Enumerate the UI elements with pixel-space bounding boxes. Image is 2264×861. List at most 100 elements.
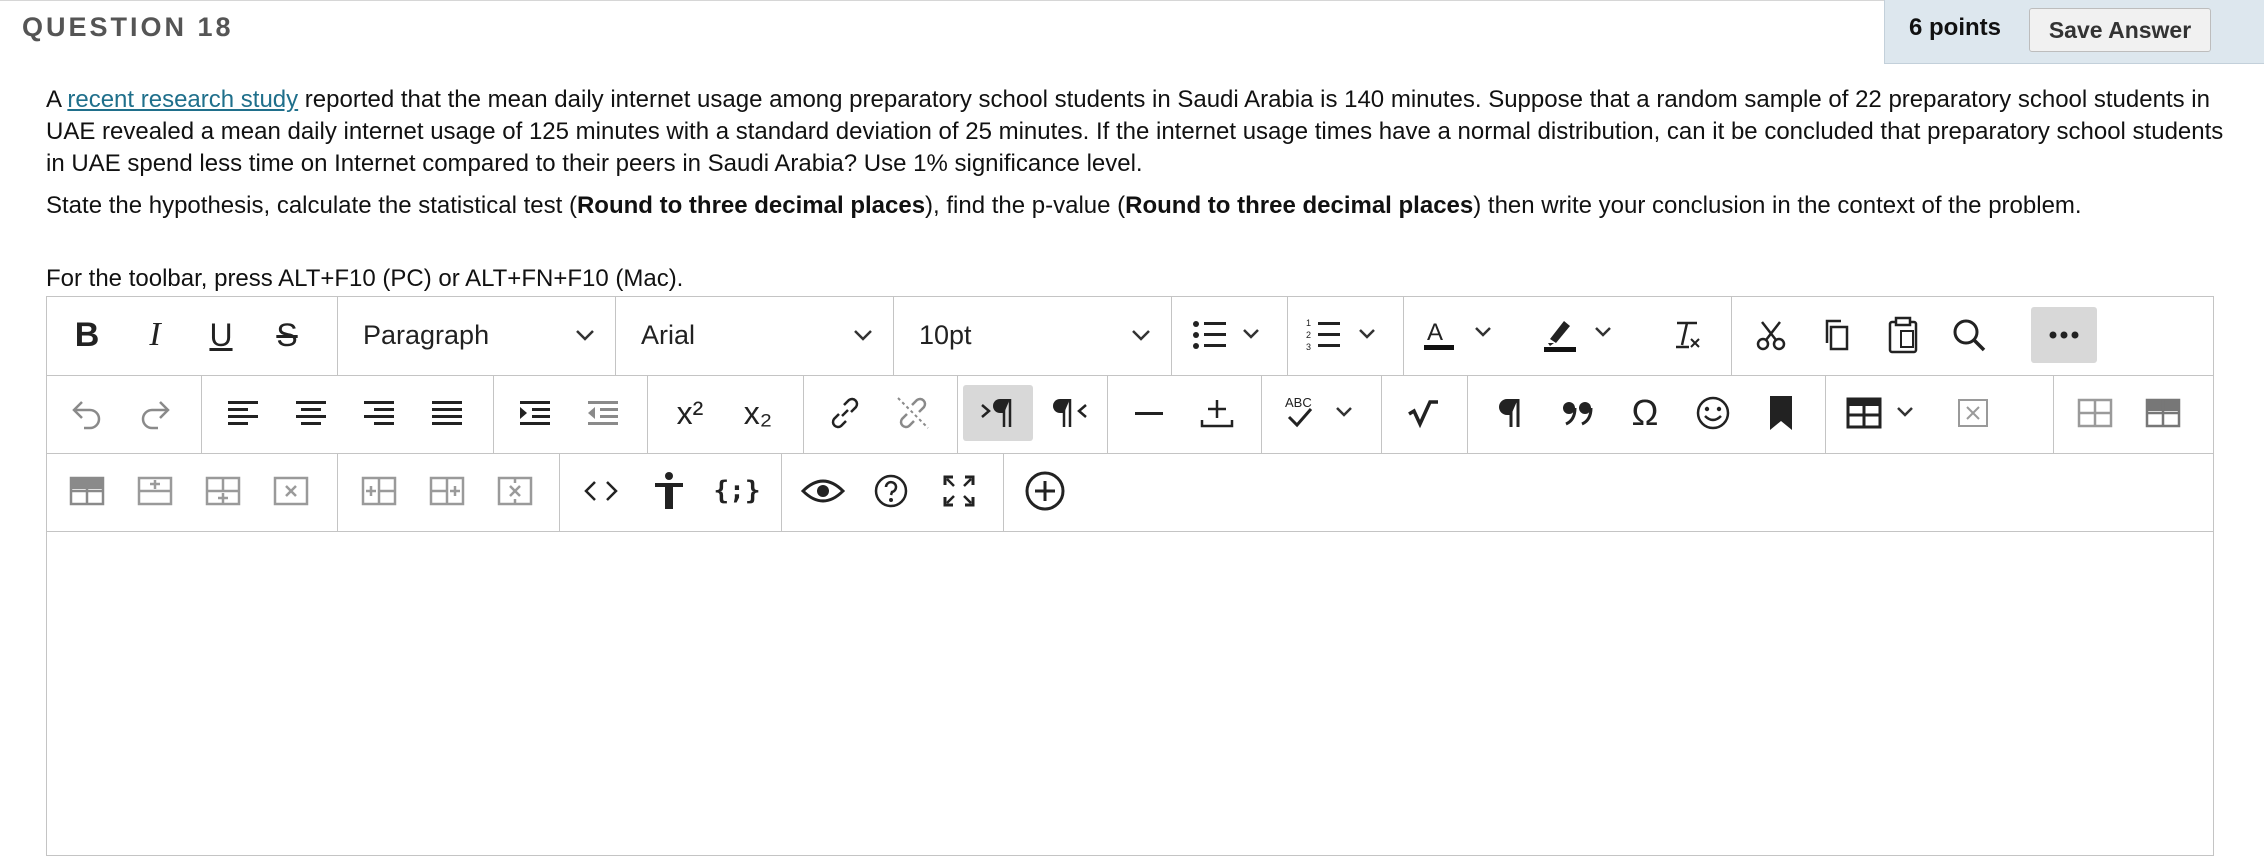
- toolbar-hint: For the toolbar, press ALT+F10 (PC) or A…: [46, 265, 684, 292]
- toolbar-separator: [1381, 375, 1382, 453]
- link-icon[interactable]: [815, 385, 875, 441]
- underline-letter: U: [209, 316, 233, 353]
- instruction-bold-1: Round to three decimal places: [576, 192, 926, 219]
- blockquote-icon[interactable]: [1547, 385, 1607, 441]
- add-content-icon[interactable]: [1015, 463, 1075, 519]
- align-right-icon[interactable]: [349, 385, 409, 441]
- question-title: QUESTION 18: [22, 12, 234, 42]
- toolbar-separator: [1261, 375, 1262, 453]
- superscript-icon[interactable]: x²: [659, 385, 721, 441]
- code-sample-icon[interactable]: {;}: [707, 463, 767, 519]
- toolbar-separator: [2053, 375, 2054, 453]
- accessibility-icon[interactable]: [639, 463, 699, 519]
- superscript-label: x²: [676, 394, 704, 431]
- instruction-bold-2: Round to three decimal places: [1125, 192, 1474, 219]
- toolbar-separator: [1825, 375, 1826, 453]
- chevron-down-icon: [1132, 330, 1150, 341]
- toolbar-separator: [1287, 297, 1288, 375]
- toolbar-separator: [1171, 297, 1172, 375]
- table-row-before-icon[interactable]: [57, 463, 117, 519]
- question-text: A recent research study reported that th…: [46, 84, 2226, 232]
- bold-icon[interactable]: B: [57, 307, 117, 363]
- horizontal-line-icon[interactable]: [1119, 385, 1179, 441]
- spellcheck-label: ABC: [1285, 395, 1312, 410]
- help-icon[interactable]: [861, 463, 921, 519]
- fullscreen-icon[interactable]: [929, 463, 989, 519]
- table-delete-col-icon[interactable]: [485, 463, 545, 519]
- search-icon[interactable]: [1941, 307, 1997, 363]
- toolbar-separator: [1731, 297, 1732, 375]
- omega-icon[interactable]: Ω: [1615, 385, 1675, 441]
- table-insert-row-after-icon[interactable]: [193, 463, 253, 519]
- svg-text:A: A: [1427, 319, 1443, 346]
- outdent-icon[interactable]: [573, 385, 633, 441]
- cut-icon[interactable]: [1743, 307, 1799, 363]
- table-icon[interactable]: [1837, 385, 1935, 441]
- align-center-icon[interactable]: [281, 385, 341, 441]
- chevron-down-icon: [576, 330, 594, 341]
- toolbar-separator: [781, 453, 782, 531]
- toolbar-separator: [647, 375, 648, 453]
- font-family-dropdown[interactable]: Arial: [641, 307, 877, 363]
- toolbar-separator: [1403, 297, 1404, 375]
- table-insert-col-after-icon[interactable]: [417, 463, 477, 519]
- toolbar-separator: [493, 375, 494, 453]
- more-icon[interactable]: [2031, 307, 2097, 363]
- question-paragraph-2: State the hypothesis, calculate the stat…: [46, 190, 2226, 222]
- save-answer-button[interactable]: Save Answer: [2029, 8, 2211, 52]
- preview-icon[interactable]: [793, 463, 853, 519]
- italic-icon[interactable]: I: [125, 307, 185, 363]
- bullet-list-icon[interactable]: [1183, 307, 1277, 363]
- research-study-link[interactable]: recent research study: [67, 86, 298, 113]
- ltr-icon[interactable]: [963, 385, 1033, 441]
- editor-content-area[interactable]: [47, 531, 2213, 861]
- toolbar-separator: [337, 453, 338, 531]
- unlink-icon[interactable]: [883, 385, 943, 441]
- spellcheck-icon[interactable]: ABC: [1273, 385, 1373, 441]
- table-cell-icon[interactable]: [2065, 385, 2125, 441]
- rtl-icon[interactable]: [1039, 385, 1105, 441]
- font-size-value: 10pt: [919, 319, 972, 350]
- subscript-icon[interactable]: x₂: [727, 385, 789, 441]
- copy-icon[interactable]: [1809, 307, 1865, 363]
- block-format-value: Paragraph: [363, 319, 490, 350]
- emoji-icon[interactable]: [1683, 385, 1743, 441]
- strikethrough-icon[interactable]: S: [257, 307, 317, 363]
- delete-table-icon[interactable]: [1943, 385, 2003, 441]
- table-delete-row-icon[interactable]: [261, 463, 321, 519]
- instruction-text-b: ), find the p-value (: [925, 192, 1126, 219]
- indent-icon[interactable]: [505, 385, 565, 441]
- bookmark-icon[interactable]: [1751, 385, 1811, 441]
- svg-text:3: 3: [1306, 342, 1311, 352]
- redo-icon[interactable]: [125, 385, 185, 441]
- underline-icon[interactable]: U: [191, 307, 251, 363]
- table-insert-col-before-icon[interactable]: [349, 463, 409, 519]
- strike-letter: S: [276, 316, 298, 353]
- points-label: 6 points: [1909, 14, 2002, 41]
- numbered-list-icon[interactable]: 1 2 3: [1299, 307, 1393, 363]
- math-icon[interactable]: [1393, 385, 1453, 441]
- paragraph-mark-icon[interactable]: [1479, 385, 1539, 441]
- code-sample-glyph: {;}: [713, 476, 761, 506]
- toolbar-separator: [1107, 375, 1108, 453]
- toolbar-separator: [957, 375, 958, 453]
- text-color-icon[interactable]: A: [1415, 307, 1509, 363]
- italic-letter: I: [149, 316, 161, 353]
- highlight-icon[interactable]: [1535, 307, 1629, 363]
- block-format-dropdown[interactable]: Paragraph: [363, 307, 599, 363]
- clear-formatting-icon[interactable]: [1657, 307, 1717, 363]
- instruction-text-c: ) then write your conclusion in the cont…: [1473, 192, 2082, 219]
- align-left-icon[interactable]: [213, 385, 273, 441]
- font-size-dropdown[interactable]: 10pt: [919, 307, 1155, 363]
- toolbar-row-2: x² x₂ ABC Ω: [47, 375, 2213, 454]
- omega-glyph: Ω: [1631, 392, 1659, 433]
- toolbar-separator: [337, 297, 338, 375]
- table-insert-row-icon[interactable]: [125, 463, 185, 519]
- paste-icon[interactable]: [1875, 307, 1931, 363]
- html-code-icon[interactable]: [571, 463, 631, 519]
- undo-icon[interactable]: [57, 385, 117, 441]
- justify-icon[interactable]: [417, 385, 477, 441]
- table-row-icon[interactable]: [2133, 385, 2193, 441]
- toolbar-row-3: {;}: [47, 453, 2213, 532]
- insert-icon[interactable]: [1187, 385, 1247, 441]
